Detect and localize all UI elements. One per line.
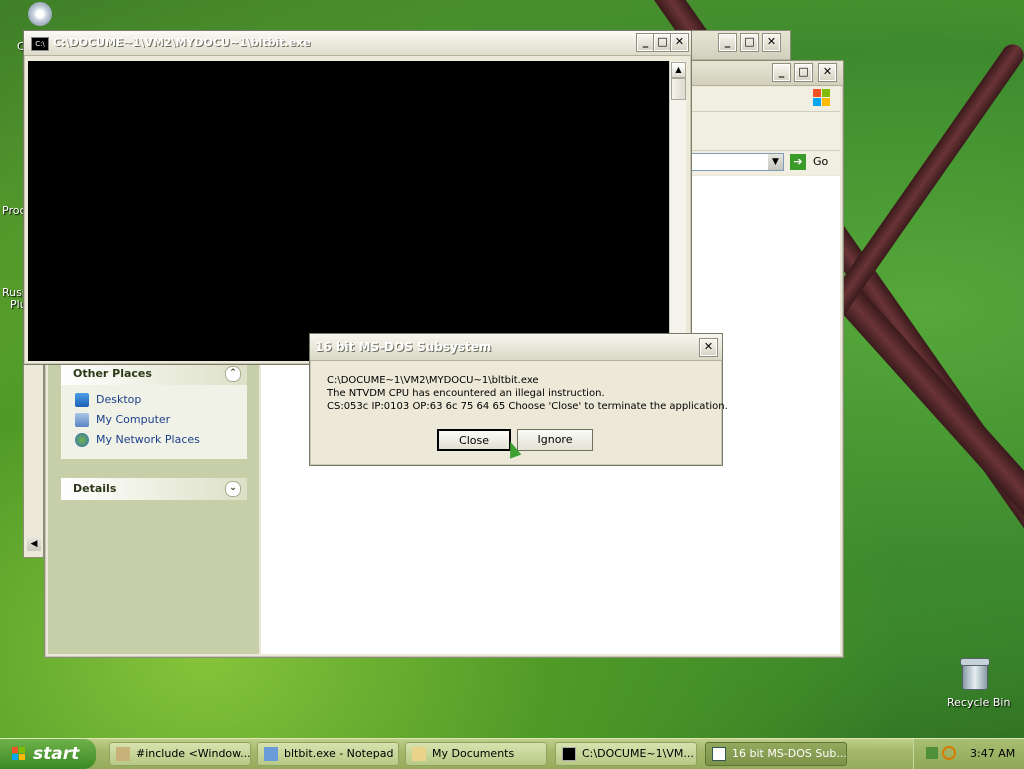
windows-logo-icon — [813, 89, 831, 107]
panel-title: Details — [73, 482, 117, 495]
task-label: C:\DOCUME~1\VM... — [582, 747, 694, 760]
title-bar[interactable]: C:\ C:\DOCUME~1\VM2\MYDOCU~1\bltbit.exe — [24, 31, 691, 56]
address-dropdown-button[interactable]: ▼ — [768, 154, 783, 170]
expand-chevron-icon[interactable]: ⌄ — [225, 481, 241, 497]
ignore-button[interactable]: Ignore — [517, 429, 593, 451]
details-panel: Details ⌄ — [61, 478, 247, 500]
go-button-label[interactable]: Go — [813, 155, 828, 168]
close-button[interactable]: ✕ — [762, 33, 781, 52]
start-button[interactable]: start — [0, 739, 96, 769]
my-computer-icon — [75, 413, 89, 427]
minimize-button[interactable]: _ — [718, 33, 737, 52]
dialog-title: 16 bit MS-DOS Subsystem — [315, 340, 492, 354]
other-places-desktop[interactable]: Desktop — [61, 390, 247, 410]
network-places-icon — [75, 433, 89, 447]
task-label: bltbit.exe - Notepad — [284, 747, 394, 760]
close-button[interactable]: Close — [437, 429, 511, 451]
window-title: C:\DOCUME~1\VM2\MYDOCU~1\bltbit.exe — [53, 36, 311, 49]
console-icon — [562, 747, 576, 761]
dialog-message: C:\DOCUME~1\VM2\MYDOCU~1\bltbit.exe The … — [327, 374, 728, 413]
system-tray: 3:47 AM — [913, 739, 1024, 769]
dialog-title-bar[interactable]: 16 bit MS-DOS Subsystem — [310, 334, 722, 361]
cd-drive-icon[interactable] — [28, 2, 52, 26]
task-label: My Documents — [432, 747, 515, 760]
minimize-button[interactable]: _ — [636, 33, 655, 52]
taskbar-item[interactable]: bltbit.exe - Notepad — [257, 742, 399, 766]
maximize-button[interactable]: □ — [794, 63, 813, 82]
console-output[interactable] — [28, 61, 669, 361]
wallpaper-branch — [830, 279, 1024, 687]
message-line: C:\DOCUME~1\VM2\MYDOCU~1\bltbit.exe — [327, 375, 539, 386]
message-line: CS:053c IP:0103 OP:63 6c 75 64 65 Choose… — [327, 401, 728, 412]
recycle-bin-icon[interactable] — [960, 658, 990, 690]
collapse-chevron-icon[interactable]: ⌃ — [225, 366, 241, 382]
other-places-my-computer[interactable]: My Computer — [61, 410, 247, 430]
link-label: My Network Places — [96, 433, 200, 446]
taskbar-item-active[interactable]: 16 bit MS-DOS Sub... — [705, 742, 847, 766]
console-window[interactable]: C:\ C:\DOCUME~1\VM2\MYDOCU~1\bltbit.exe … — [23, 30, 692, 365]
start-label: start — [33, 744, 80, 764]
maximize-button[interactable]: □ — [740, 33, 759, 52]
link-label: Desktop — [96, 393, 142, 406]
task-label: 16 bit MS-DOS Sub... — [732, 747, 847, 760]
task-label: #include <Window... — [136, 747, 251, 760]
dialog-window-icon — [712, 747, 726, 761]
message-line: The NTVDM CPU has encountered an illegal… — [327, 388, 605, 399]
notepad-icon — [264, 747, 278, 761]
taskbar: start #include <Window... bltbit.exe - N… — [0, 738, 1024, 769]
close-button[interactable]: ✕ — [670, 33, 689, 52]
desktop-label: Proc — [2, 204, 26, 217]
desktop-icon — [75, 393, 89, 407]
windows-flag-icon — [12, 747, 26, 761]
other-places-header[interactable]: Other Places ⌃ — [61, 363, 247, 385]
taskbar-item[interactable]: My Documents — [405, 742, 547, 766]
scroll-thumb[interactable] — [671, 78, 686, 100]
taskbar-item[interactable]: #include <Window... — [109, 742, 251, 766]
details-header[interactable]: Details ⌄ — [61, 478, 247, 500]
other-places-network[interactable]: My Network Places — [61, 430, 247, 450]
vertical-scrollbar[interactable]: ▲ — [669, 61, 686, 361]
folder-icon — [412, 747, 426, 761]
maximize-button[interactable]: □ — [653, 33, 672, 52]
wallpaper-branch — [820, 40, 1024, 323]
tray-network-icon[interactable] — [926, 747, 938, 759]
go-arrow-icon[interactable]: ➔ — [790, 154, 806, 170]
partial-window-edge: ◀ — [23, 363, 44, 558]
link-label: My Computer — [96, 413, 171, 426]
editor-icon — [116, 747, 130, 761]
scroll-left-button[interactable]: ◀ — [27, 537, 41, 551]
clock[interactable]: 3:47 AM — [970, 747, 1015, 760]
minimize-button[interactable]: _ — [772, 63, 791, 82]
other-places-panel: Other Places ⌃ Desktop My Computer My Ne… — [61, 363, 247, 459]
console-icon: C:\ — [31, 37, 49, 51]
taskbar-item[interactable]: C:\DOCUME~1\VM... — [555, 742, 697, 766]
tray-search-icon[interactable] — [942, 746, 956, 760]
panel-title: Other Places — [73, 367, 152, 380]
recycle-bin-label: Recycle Bin — [947, 696, 1011, 709]
dialog-close-button[interactable]: ✕ — [699, 338, 718, 357]
scroll-up-button[interactable]: ▲ — [671, 62, 686, 78]
close-button[interactable]: ✕ — [818, 63, 837, 82]
